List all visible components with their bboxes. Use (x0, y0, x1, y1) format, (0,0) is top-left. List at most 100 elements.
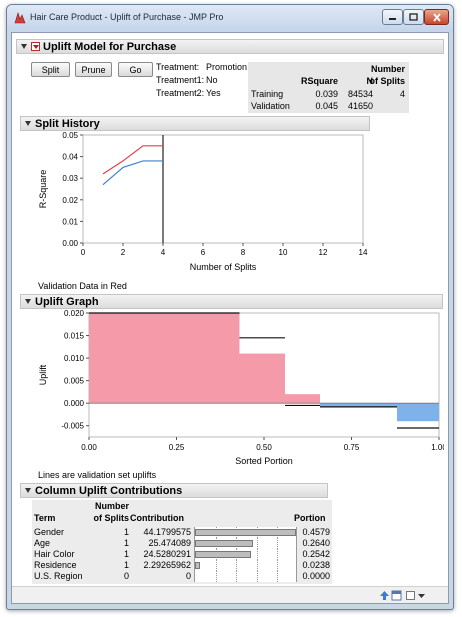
x-tick-label: 2 (121, 248, 126, 257)
split-history-outline[interactable]: Split History (20, 116, 370, 131)
treatment2-value: Yes (206, 88, 221, 98)
treatment1-value: No (206, 75, 218, 85)
y-tick-label: 0.02 (62, 196, 78, 205)
y-axis-ticks: 0.020 0.015 0.010 0.005 0.000 -0.005 (61, 309, 89, 431)
contribution-bar (195, 551, 252, 558)
contribution-cell: 0 (185, 571, 191, 581)
rsquare-header: RSquare (300, 76, 338, 86)
y-tick-label: 0.010 (64, 354, 85, 363)
contribution-cell: 25.474089 (148, 538, 191, 548)
term-cell: Gender (34, 527, 65, 537)
table-row: Gender 1 44.1799575 0.4579 (32, 527, 332, 538)
y-tick-label: 0.015 (64, 332, 85, 341)
table-row: Age 1 25.474089 0.2640 (32, 538, 332, 549)
contribution-bar-track (194, 527, 297, 538)
x-tick-label: 14 (359, 248, 368, 257)
contribution-bar-track (194, 560, 297, 571)
uplift-graph-chart: 0.020 0.015 0.010 0.005 0.000 -0.005 0.00 0.25… (38, 309, 444, 466)
prune-button[interactable]: Prune (75, 62, 112, 77)
treatment-label: Treatment: (156, 62, 200, 72)
dropdown-arrow-icon[interactable] (417, 591, 426, 600)
disclosure-icon[interactable] (20, 43, 28, 51)
table-icon[interactable] (391, 590, 402, 601)
training-rsquare: 0.039 (315, 89, 338, 99)
portion-cell: 0.2542 (302, 549, 330, 559)
jmp-app-icon (14, 12, 26, 24)
gridline (277, 549, 279, 560)
x-tick-label: 0.75 (344, 443, 360, 452)
splits-cell: 1 (123, 549, 129, 559)
disclosure-icon[interactable] (24, 120, 32, 128)
contribution-cell: 2.29265962 (143, 560, 191, 570)
uplift-graph-title: Uplift Graph (35, 295, 99, 308)
maximize-button[interactable] (403, 9, 424, 25)
uplift-graph-outline[interactable]: Uplift Graph (20, 294, 443, 309)
uplift-model-outline[interactable]: Uplift Model for Purchase (16, 39, 444, 54)
gridline (215, 571, 217, 582)
gridline (256, 549, 258, 560)
minimize-button[interactable] (382, 9, 403, 25)
maximize-icon (409, 13, 418, 21)
contributions-title: Column Uplift Contributions (35, 484, 183, 497)
validation-note: Validation Data in Red (38, 281, 127, 291)
gridline (256, 571, 258, 582)
x-tick-label: 6 (201, 248, 206, 257)
x-tick-label: 0.50 (256, 443, 272, 452)
split-history-title: Split History (35, 117, 100, 130)
validation-rsquare: 0.045 (315, 101, 338, 111)
x-tick-label: 8 (241, 248, 246, 257)
n-header: N (366, 76, 374, 86)
gridline (236, 560, 238, 571)
y-axis-ticks: 0.00 0.01 0.02 0.03 0.04 0.05 (62, 131, 83, 248)
uplift-bar (397, 403, 439, 422)
split-button[interactable]: Split (31, 62, 70, 77)
go-button[interactable]: Go (118, 62, 153, 77)
splits-cell: 1 (123, 527, 129, 537)
x-tick-label: 12 (319, 248, 328, 257)
title-bar[interactable]: Hair Care Product - Uplift of Purchase -… (7, 5, 453, 31)
validation-n: 41650 (347, 101, 373, 111)
contribution-bar (195, 529, 296, 536)
portion-cell: 0.4579 (302, 527, 330, 537)
training-splits: 4 (399, 89, 405, 99)
x-axis-label: Number of Splits (190, 262, 257, 272)
report-title: Uplift Model for Purchase (43, 40, 177, 53)
splits-cell: 1 (123, 560, 129, 570)
gridline (277, 560, 279, 571)
treatment1-label: Treatment1: (156, 75, 205, 85)
contribution-bar (195, 562, 201, 569)
splits-header-line1: Number (94, 501, 129, 511)
gridline (277, 571, 279, 582)
portion-cell: 0.2640 (302, 538, 330, 548)
gridline (256, 538, 258, 549)
y-tick-label: 0.05 (62, 131, 78, 140)
x-axis-label: Sorted Portion (235, 456, 293, 466)
term-header: Term (34, 513, 56, 523)
contribution-cell: 44.1799575 (143, 527, 191, 537)
gridline (215, 560, 217, 571)
plot-area (82, 134, 364, 244)
x-axis-ticks: 0.00 0.25 0.50 0.75 1.00 (81, 437, 444, 452)
contribution-bar-track (194, 538, 297, 549)
contributions-outline[interactable]: Column Uplift Contributions (20, 483, 328, 498)
disclosure-icon[interactable] (24, 487, 32, 495)
treatment-value: Promotion (206, 62, 248, 72)
portion-header: Portion (294, 513, 326, 523)
disclosure-icon[interactable] (24, 298, 32, 306)
contribution-bar-track (194, 571, 297, 582)
y-tick-label: 0.000 (64, 399, 85, 408)
splits-header-line2: of Splits (369, 76, 406, 86)
validation-lines-note: Lines are validation set uplifts (38, 470, 157, 480)
training-label: Training (251, 89, 284, 99)
term-cell: U.S. Region (34, 571, 83, 581)
up-arrow-icon[interactable] (379, 590, 390, 601)
app-window: Hair Care Product - Uplift of Purchase -… (6, 4, 454, 610)
close-button[interactable] (424, 9, 449, 25)
status-bar (12, 586, 448, 603)
checkbox-icon[interactable] (405, 590, 416, 601)
x-tick-label: 0.25 (169, 443, 185, 452)
gridline (277, 538, 279, 549)
term-cell: Age (34, 538, 51, 548)
y-axis-label: R-Square (38, 170, 48, 209)
red-triangle-menu-icon[interactable] (31, 42, 40, 51)
